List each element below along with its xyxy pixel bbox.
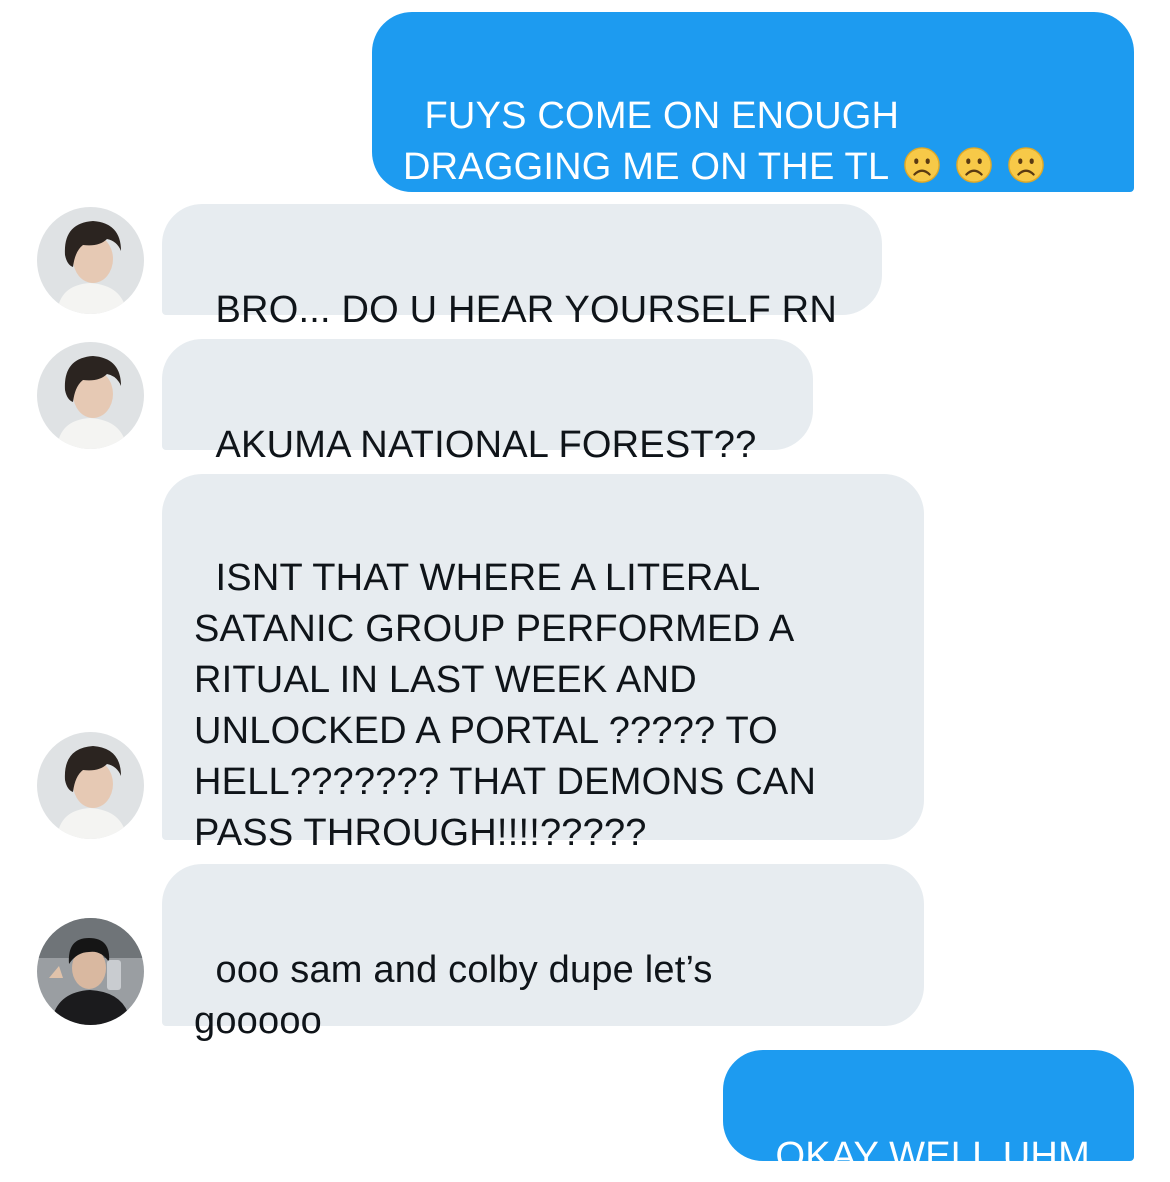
message-bubble-received[interactable]: ooo sam and colby dupe let’s gooooo [162,864,924,1042]
message-bubble-sent[interactable]: FUYS COME ON ENOUGH DRAGGING ME ON THE T… [372,12,1134,192]
message-text: ISNT THAT WHERE A LITERAL SATANIC GROUP … [194,557,817,854]
avatar[interactable] [37,732,144,839]
message-bubble-received[interactable]: BRO... DO U HEAR YOURSELF RN [162,204,882,331]
emoji-group [889,146,1045,188]
slightly-frowning-face-icon [904,147,941,183]
profile-photo-icon [37,918,144,1025]
message-text: BRO... DO U HEAR YOURSELF RN [215,289,837,331]
avatar[interactable] [37,207,144,314]
message-text: ooo sam and colby dupe let’s gooooo [194,949,713,1042]
message-text: OKAY WELL UHM [775,1135,1090,1177]
slightly-frowning-face-icon [956,147,993,183]
message-text: AKUMA NATIONAL FOREST?? [215,424,757,466]
message-bubble-received[interactable]: ISNT THAT WHERE A LITERAL SATANIC GROUP … [162,474,924,854]
message-text: FUYS COME ON ENOUGH DRAGGING ME ON THE T… [403,95,900,188]
profile-photo-icon [37,342,144,449]
slightly-frowning-face-icon [1008,147,1045,183]
avatar[interactable] [37,342,144,449]
profile-photo-icon [37,207,144,314]
message-bubble-received[interactable]: AKUMA NATIONAL FOREST?? [162,339,813,466]
profile-photo-icon [37,732,144,839]
message-bubble-sent[interactable]: OKAY WELL UHM [723,1050,1134,1177]
avatar[interactable] [37,918,144,1025]
